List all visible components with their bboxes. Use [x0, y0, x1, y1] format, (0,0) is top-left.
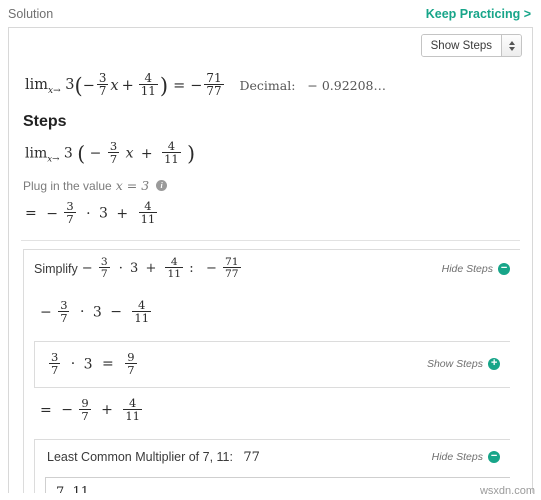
expr-sign: −	[82, 77, 95, 94]
lcm-title-row: Least Common Multiplier of 7, 11: 77	[47, 450, 260, 465]
multiply-expression: 3 7 · 3 = 9 7	[49, 349, 137, 377]
fraction-3-7: 3 7	[49, 349, 61, 377]
multiply-dot: ·	[86, 205, 91, 222]
show-steps-select-label: Show Steps	[421, 35, 501, 56]
top-bar: Solution Keep Practicing >	[0, 0, 541, 27]
fraction-3-7: 3 7	[58, 297, 70, 325]
plus-sign: +	[140, 145, 153, 162]
fraction-4-11: 4 11	[132, 297, 151, 325]
multiply-sub-block-row: 3 7 · 3 = 9 7 Show Steps +	[35, 342, 510, 387]
show-steps-control-row: Show Steps	[9, 28, 532, 57]
fraction-3-7: 3 7	[98, 255, 110, 281]
lcm-input[interactable]: 7, 11	[45, 476, 510, 493]
simplify-block: Simplify − 3 7 · 3 + 4 11: − 71 77 Hide…	[23, 249, 520, 493]
page-title: Solution	[8, 6, 54, 21]
info-icon[interactable]: i	[156, 180, 168, 192]
steps-heading: Steps	[23, 112, 67, 130]
lcm-block: Least Common Multiplier of 7, 11: 77 Hid…	[34, 438, 510, 493]
decimal-value: Decimal: − 0.92208…	[240, 78, 387, 93]
plus-sign: +	[116, 205, 129, 222]
plug-in-value-row: Plug in the value x = 3 i	[21, 170, 520, 195]
lcm-value: 77	[243, 449, 260, 465]
variable-x: x	[125, 145, 134, 162]
fraction-4-11: 4 11	[165, 255, 184, 281]
plug-in-label: Plug in the value	[23, 178, 112, 193]
variable-x: x	[110, 77, 119, 94]
open-paren: (	[74, 73, 83, 99]
multiply-sub-block: 3 7 · 3 = 9 7 Show Steps +	[34, 340, 510, 388]
fraction-3-7: 3 7	[64, 199, 76, 227]
show-steps-toggle[interactable]: Show Steps +	[426, 358, 500, 371]
fraction-4-11: 4 11	[162, 138, 181, 167]
operand-3: 3	[99, 205, 108, 222]
hide-steps-label: Hide Steps	[441, 262, 493, 275]
fraction-9-7: 9 7	[79, 395, 91, 423]
lcm-label: Least Common Multiplier of 7, 11:	[47, 449, 233, 464]
chevron-down-icon	[508, 46, 515, 51]
minus-circle-icon: −	[488, 451, 500, 464]
hide-steps-toggle[interactable]: Hide Steps −	[441, 262, 510, 275]
lcm-hide-steps-label: Hide Steps	[431, 451, 483, 464]
fraction-3-7: 3 7	[107, 138, 120, 167]
decimal-number: − 0.92208…	[307, 78, 387, 94]
fraction-4-11: 4 11	[138, 199, 158, 227]
watermark: wsxdn.com	[479, 485, 535, 497]
decimal-label: Decimal:	[239, 78, 296, 94]
fraction-4-11: 4 11	[123, 395, 142, 423]
simplify-expression: − 3 7 · 3 + 4 11 : − 71 77	[81, 255, 241, 281]
lcm-input-wrap: 7, 11	[35, 476, 510, 493]
simplify-title-row: Simplify − 3 7 · 3 + 4 11: − 71 77	[34, 255, 243, 281]
card-content: limx→ 3 ( − 3 7 x + 4 11 ) = − 71 77 Dec…	[9, 57, 532, 493]
lcm-hide-steps-toggle[interactable]: Hide Steps −	[431, 451, 500, 464]
open-paren: (	[77, 141, 86, 166]
equals-sign: =	[25, 205, 37, 222]
simplify-block-body: − 3 7 · 3 − 4 11 3 7 · 3 = 9 7 Show Step…	[24, 288, 520, 493]
chevron-up-icon	[508, 40, 515, 45]
simplify-block-header: Simplify − 3 7 · 3 + 4 11: − 71 77 Hide…	[24, 250, 520, 287]
limit-operator: limx→ 3	[25, 76, 75, 96]
simplify-line-2: = − 9 7 + 4 11	[40, 395, 142, 423]
stepper-icon[interactable]	[501, 35, 521, 56]
minus-circle-icon: −	[498, 262, 510, 275]
simplify-line-1: − 3 7 · 3 − 4 11	[40, 297, 151, 325]
main-expression: limx→ 3 ( − 3 7 x + 4 11 ) = − 71 77 Dec…	[21, 67, 520, 103]
lcm-block-header: Least Common Multiplier of 7, 11: 77 Hid…	[35, 440, 510, 471]
show-steps-label: Show Steps	[426, 358, 483, 371]
keep-practicing-link[interactable]: Keep Practicing >	[426, 7, 531, 21]
equals-sign: =	[173, 77, 186, 94]
steps-limit-expression: limx→ 3 ( − 3 7 x + 4 11 )	[25, 138, 196, 167]
fraction-71-77: 71 77	[223, 255, 241, 281]
plus-circle-icon: +	[488, 358, 500, 371]
fraction-3-7: 3 7	[96, 71, 109, 99]
minus-sign: −	[46, 205, 58, 222]
fraction-71-77: 71 77	[204, 71, 224, 99]
close-paren: )	[187, 141, 196, 166]
solution-page: Solution Keep Practicing > Show Steps li…	[0, 0, 541, 500]
expr-sign: −	[89, 145, 102, 162]
divider	[21, 240, 520, 242]
plus-sign: +	[121, 77, 134, 94]
result-sign: −	[190, 77, 203, 94]
fraction-4-11: 4 11	[138, 71, 158, 99]
solution-card: Show Steps limx→ 3 ( − 3 7 x + 4 11) = …	[8, 27, 533, 493]
simplify-label: Simplify	[34, 261, 78, 276]
show-steps-select[interactable]: Show Steps	[420, 34, 522, 57]
fraction-9-7: 9 7	[125, 349, 137, 377]
substituted-expression: = − 3 7 · 3 + 4 11	[21, 195, 520, 234]
close-paren: )	[159, 73, 169, 99]
plug-in-math: x = 3	[115, 178, 150, 194]
